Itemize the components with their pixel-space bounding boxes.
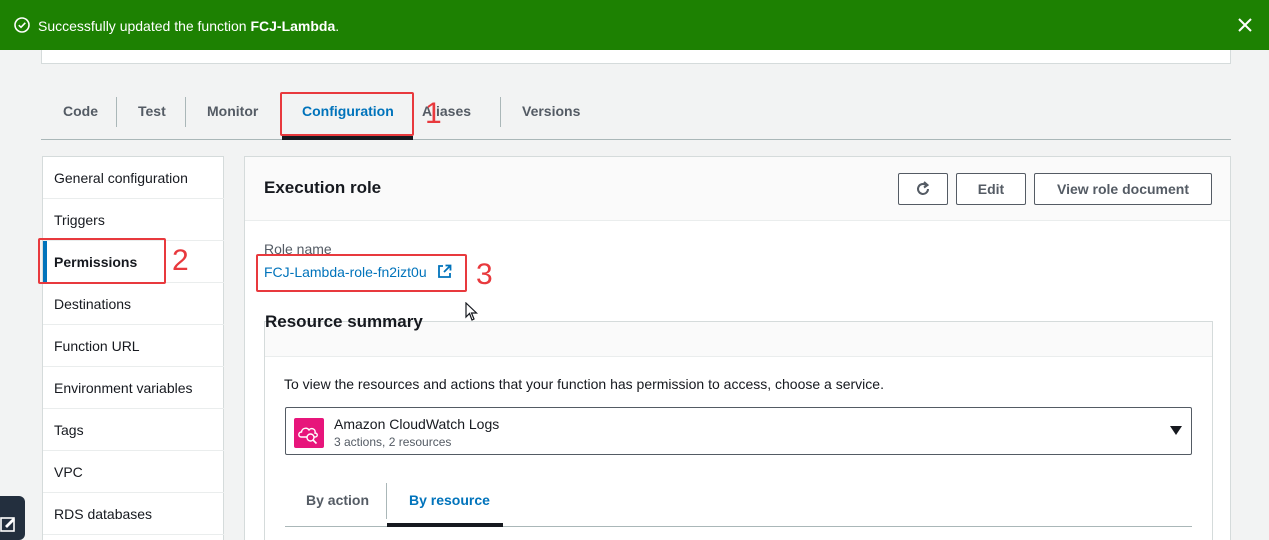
- sidebar-item-general-configuration[interactable]: General configuration: [43, 157, 224, 199]
- annotation-number-1: 1: [425, 97, 442, 130]
- panel-header: Execution role Edit View role document: [245, 157, 1230, 221]
- selected-service-name: Amazon CloudWatch Logs: [334, 416, 500, 432]
- flash-function-name: FCJ-Lambda: [250, 18, 336, 34]
- annotation-number-3: 3: [476, 258, 493, 291]
- annotation-box-role-name: [256, 254, 467, 292]
- refresh-button[interactable]: [898, 173, 948, 205]
- annotation-box-configuration: [280, 92, 414, 136]
- sidebar-item-tags[interactable]: Tags: [43, 409, 224, 451]
- service-select[interactable]: Amazon CloudWatch Logs 3 actions, 2 reso…: [285, 407, 1192, 455]
- sidebar-item-triggers[interactable]: Triggers: [43, 199, 224, 241]
- resource-subtabs: By action By resource: [285, 481, 1192, 527]
- tab-monitor[interactable]: Monitor: [207, 95, 258, 127]
- resource-summary-description: To view the resources and actions that y…: [284, 376, 884, 392]
- selected-service-details: 3 actions, 2 resources: [334, 435, 452, 449]
- view-role-document-button[interactable]: View role document: [1034, 173, 1212, 205]
- sidebar-item-rds-databases[interactable]: RDS databases: [43, 493, 224, 535]
- refresh-icon: [917, 181, 930, 195]
- active-tab-indicator: [282, 136, 413, 140]
- tab-versions[interactable]: Versions: [522, 95, 580, 127]
- tab-divider: [116, 97, 117, 127]
- function-overview-card: [41, 50, 1231, 64]
- active-subtab-indicator: [387, 523, 503, 527]
- tab-divider: [500, 97, 501, 127]
- annotation-number-2: 2: [172, 244, 189, 277]
- edit-button[interactable]: Edit: [956, 173, 1026, 205]
- sidebar-item-environment-variables[interactable]: Environment variables: [43, 367, 224, 409]
- execution-role-panel: Execution role Edit View role document R…: [244, 156, 1231, 540]
- tab-by-action[interactable]: By action: [306, 491, 369, 509]
- cloudwatch-logs-icon: [294, 418, 324, 448]
- sidebar-item-function-url[interactable]: Function URL: [43, 325, 224, 367]
- function-tabs: Code Test Monitor Configuration Aliases …: [41, 95, 1231, 140]
- edit-note-icon: [0, 517, 15, 532]
- tab-by-resource[interactable]: By resource: [409, 491, 490, 509]
- flash-message: Successfully updated the function FCJ-La…: [38, 18, 340, 34]
- success-flash-banner: Successfully updated the function FCJ-La…: [0, 0, 1269, 50]
- feedback-widget[interactable]: [0, 496, 25, 540]
- tab-code[interactable]: Code: [63, 95, 98, 127]
- resource-summary-title: Resource summary: [265, 312, 423, 331]
- check-circle-icon: [14, 17, 30, 33]
- sidebar-item-destinations[interactable]: Destinations: [43, 283, 224, 325]
- sidebar-item-vpc[interactable]: VPC: [43, 451, 224, 493]
- panel-title: Execution role: [264, 178, 382, 197]
- tab-divider: [185, 97, 186, 127]
- annotation-box-permissions: [38, 238, 166, 284]
- tab-test[interactable]: Test: [138, 95, 166, 127]
- close-icon[interactable]: [1236, 16, 1254, 34]
- mouse-cursor-icon: [465, 302, 478, 321]
- caret-down-icon: [1170, 426, 1182, 435]
- configuration-sidebar: General configuration Triggers Permissio…: [42, 156, 224, 540]
- subtab-divider: [386, 483, 387, 519]
